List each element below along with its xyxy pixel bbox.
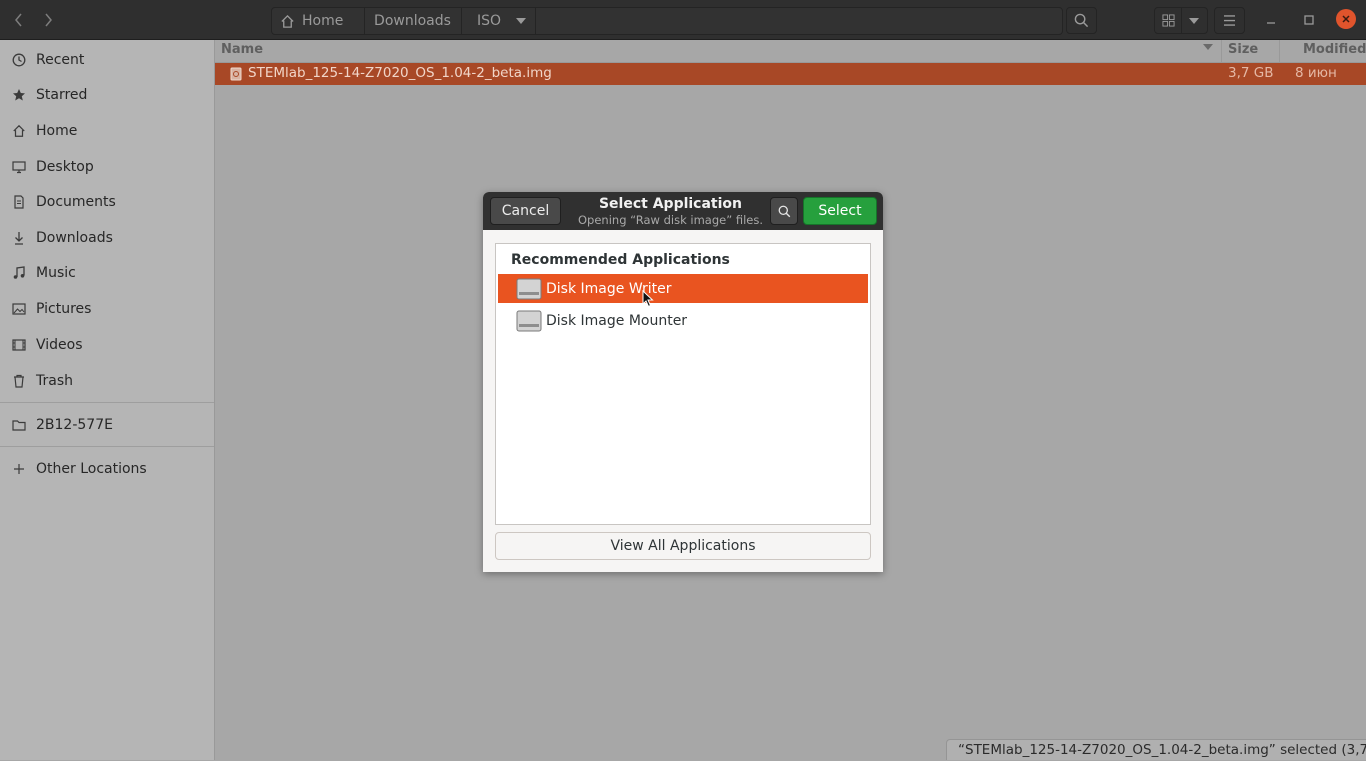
header-bar: Home Downloads ISO xyxy=(0,0,1366,40)
sidebar-item-recent[interactable]: Recent xyxy=(0,43,214,77)
table-row[interactable]: STEMlab_125-14-Z7020_OS_1.04-2_beta.img … xyxy=(215,63,1366,85)
sidebar-item-label: Starred xyxy=(36,87,88,103)
menu-icon xyxy=(1224,15,1235,26)
file-name: STEMlab_125-14-Z7020_OS_1.04-2_beta.img xyxy=(248,65,552,81)
sidebar-item-pictures[interactable]: Pictures xyxy=(0,292,214,326)
list-item-disk-image-mounter[interactable]: Disk Image Mounter xyxy=(498,306,868,335)
desktop-icon xyxy=(11,159,27,175)
app-label: Disk Image Mounter xyxy=(546,312,688,329)
plus-icon xyxy=(11,461,27,477)
sidebar-item-other-locations[interactable]: Other Locations xyxy=(0,452,214,486)
breadcrumb-downloads[interactable]: Downloads xyxy=(364,8,462,34)
select-application-dialog: Cancel Select Application Opening “Raw d… xyxy=(483,192,883,572)
sidebar-item-label: Home xyxy=(36,123,78,139)
star-icon xyxy=(11,87,27,103)
sidebar-separator xyxy=(0,402,214,403)
maximize-icon xyxy=(1303,14,1314,25)
dialog-subtitle: Opening “Raw disk image” files. xyxy=(578,213,763,227)
document-icon xyxy=(11,194,27,210)
view-options-button[interactable] xyxy=(1180,7,1208,34)
sidebar-item-starred[interactable]: Starred xyxy=(0,78,214,112)
breadcrumb-home[interactable]: Home xyxy=(272,8,365,34)
music-icon xyxy=(11,265,27,281)
maximize-button[interactable] xyxy=(1296,7,1321,32)
column-header-modified[interactable]: Modified xyxy=(1303,42,1366,57)
forward-button[interactable] xyxy=(34,7,62,32)
search-icon xyxy=(778,205,790,217)
back-button[interactable] xyxy=(5,7,33,32)
sidebar-item-label: Videos xyxy=(36,337,83,353)
disk-drive-icon xyxy=(516,277,542,301)
mouse-pointer-icon xyxy=(642,290,654,308)
pictures-icon xyxy=(11,301,27,317)
go-forward-icon xyxy=(45,13,52,26)
disk-image-file-icon xyxy=(230,67,242,81)
column-divider xyxy=(1221,40,1222,62)
status-bar: “STEMlab_125-14-Z7020_OS_1.04-2_beta.img… xyxy=(946,739,1366,760)
column-header-name[interactable]: Name xyxy=(221,42,263,57)
sidebar-item-drive[interactable]: 2B12-577E xyxy=(0,408,214,442)
disk-drive-icon xyxy=(516,309,542,333)
search-icon xyxy=(1074,13,1089,28)
column-header-size[interactable]: Size xyxy=(1228,42,1258,57)
view-mode-button[interactable] xyxy=(1154,7,1182,34)
download-icon xyxy=(11,230,27,246)
sidebar-item-trash[interactable]: Trash xyxy=(0,364,214,398)
search-button[interactable] xyxy=(1066,7,1097,34)
places-sidebar: Recent Starred Home Desktop Documents Do… xyxy=(0,40,215,760)
sidebar-item-label: Trash xyxy=(36,373,73,389)
minimize-button[interactable] xyxy=(1258,7,1283,32)
select-button[interactable]: Select xyxy=(803,197,877,225)
sidebar-item-label: Downloads xyxy=(36,230,113,246)
grid-view-icon xyxy=(1161,14,1175,27)
sidebar-item-home[interactable]: Home xyxy=(0,114,214,148)
minimize-icon xyxy=(1266,21,1275,24)
sort-arrow-icon xyxy=(1203,44,1213,50)
list-item-disk-image-writer[interactable]: Disk Image Writer xyxy=(498,274,868,303)
breadcrumb-iso[interactable]: ISO xyxy=(461,8,536,34)
sidebar-item-label: Music xyxy=(36,265,76,281)
sidebar-separator xyxy=(0,446,214,447)
video-icon xyxy=(11,337,27,353)
cancel-button[interactable]: Cancel xyxy=(490,197,561,225)
main-menu-button[interactable] xyxy=(1214,7,1245,34)
sidebar-item-downloads[interactable]: Downloads xyxy=(0,221,214,255)
trash-icon xyxy=(11,373,27,389)
sidebar-item-label: Other Locations xyxy=(36,461,147,477)
sidebar-item-label: Documents xyxy=(36,194,116,210)
clock-icon xyxy=(11,52,27,68)
go-back-icon xyxy=(15,13,22,26)
dropdown-icon xyxy=(516,18,527,24)
chevron-down-icon xyxy=(1188,17,1199,24)
file-size: 3,7 GB xyxy=(1228,65,1274,81)
folder-icon xyxy=(11,417,27,433)
home-icon xyxy=(11,123,27,139)
dialog-search-button[interactable] xyxy=(770,197,798,225)
close-icon xyxy=(1342,15,1350,23)
file-modified: 8 июн xyxy=(1295,65,1337,81)
view-all-applications-button[interactable]: View All Applications xyxy=(495,532,871,560)
dialog-header: Cancel Select Application Opening “Raw d… xyxy=(483,192,883,230)
dialog-title: Select Application xyxy=(598,196,743,212)
application-list: Recommended Applications Disk Image Writ… xyxy=(495,243,871,525)
sidebar-item-documents[interactable]: Documents xyxy=(0,185,214,219)
home-icon xyxy=(281,14,294,28)
recommended-applications-heading: Recommended Applications xyxy=(511,252,730,268)
sidebar-item-label: Pictures xyxy=(36,301,92,317)
breadcrumb-home-label: Home xyxy=(302,13,344,29)
breadcrumb-iso-label: ISO xyxy=(477,13,502,29)
path-bar: Home Downloads ISO xyxy=(271,7,1063,35)
close-button[interactable] xyxy=(1336,9,1356,29)
sidebar-item-label: Recent xyxy=(36,52,85,68)
sidebar-item-videos[interactable]: Videos xyxy=(0,328,214,362)
sidebar-item-label: Desktop xyxy=(36,159,94,175)
column-header-row: Name Size Modified xyxy=(215,40,1366,63)
sidebar-item-label: 2B12-577E xyxy=(36,417,113,433)
sidebar-item-desktop[interactable]: Desktop xyxy=(0,150,214,184)
breadcrumb-downloads-label: Downloads xyxy=(374,13,451,29)
sidebar-item-music[interactable]: Music xyxy=(0,256,214,290)
column-divider xyxy=(1279,40,1280,62)
